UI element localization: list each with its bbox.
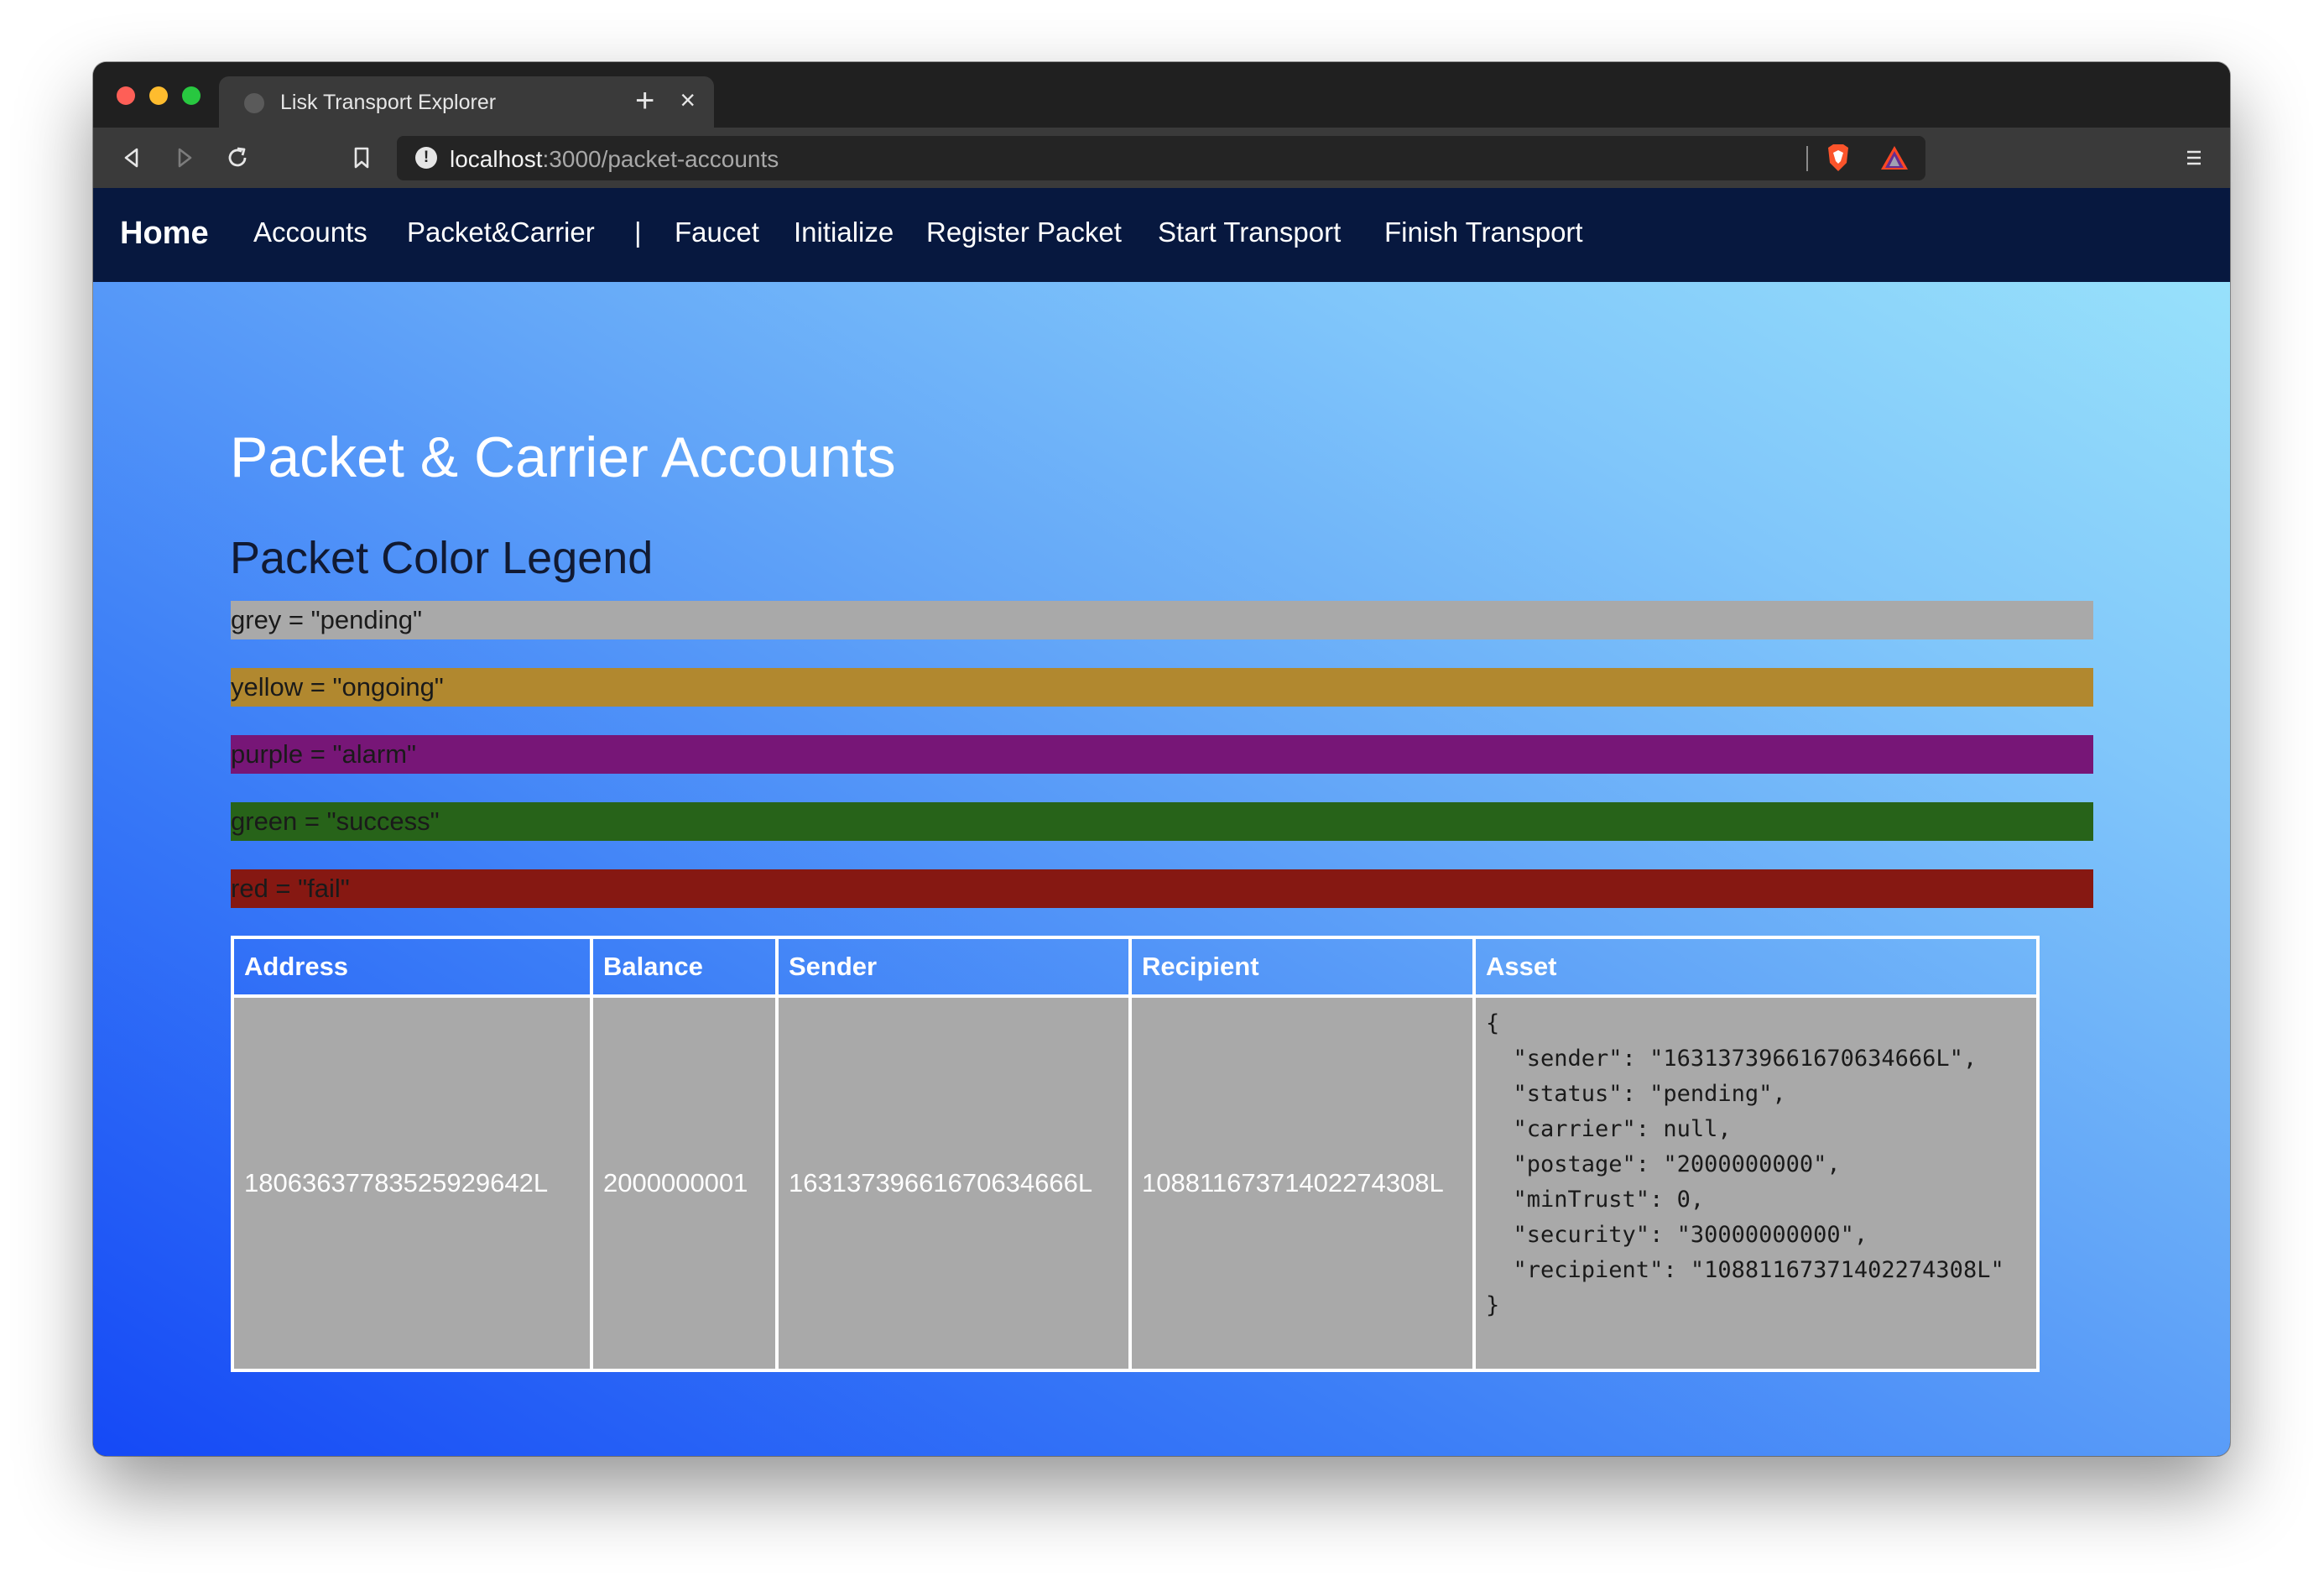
address-bar-divider: [1806, 146, 1808, 171]
menu-icon[interactable]: [2176, 140, 2212, 175]
cell-address: 18063637783525929642L: [231, 994, 593, 1372]
minimize-window-button[interactable]: [149, 86, 168, 105]
legend-title: Packet Color Legend: [230, 533, 654, 583]
nav-initialize-link[interactable]: Initialize: [794, 217, 894, 248]
legend-alarm: purple = "alarm": [231, 735, 2093, 774]
info-icon[interactable]: !: [415, 147, 437, 169]
globe-icon: [244, 93, 264, 113]
url-path: :3000/packet-accounts: [542, 146, 779, 172]
address-bar[interactable]: ! localhost:3000/packet-accounts: [397, 136, 1925, 180]
header-address: Address: [231, 936, 593, 998]
brave-shield-icon[interactable]: [1821, 140, 1856, 175]
tab-title: Lisk Transport Explorer: [280, 91, 497, 114]
nav-register-packet-link[interactable]: Register Packet: [926, 217, 1122, 248]
top-navbar: Home Accounts Packet&Carrier | Faucet In…: [93, 188, 2230, 282]
legend-fail: red = "fail": [231, 869, 2093, 908]
tab-close-icon[interactable]: ×: [680, 86, 696, 113]
page-content: Home Accounts Packet&Carrier | Faucet In…: [93, 188, 2230, 1456]
page-title: Packet & Carrier Accounts: [230, 425, 896, 489]
url-host: localhost: [450, 146, 543, 172]
legend-ongoing: yellow = "ongoing": [231, 668, 2093, 707]
close-window-button[interactable]: [117, 86, 135, 105]
cell-asset: { "sender": "16313739661670634666L", "st…: [1472, 994, 2040, 1372]
nav-home-link[interactable]: Home: [120, 216, 209, 252]
nav-accounts-link[interactable]: Accounts: [253, 217, 367, 248]
url-text[interactable]: localhost:3000/packet-accounts: [450, 146, 779, 173]
tab-strip: Lisk Transport Explorer × +: [93, 62, 2230, 128]
header-recipient: Recipient: [1128, 936, 1476, 998]
nav-finish-transport-link[interactable]: Finish Transport: [1384, 217, 1583, 248]
cell-recipient: 10881167371402274308L: [1128, 994, 1476, 1372]
nav-divider: |: [634, 217, 642, 248]
nav-faucet-link[interactable]: Faucet: [675, 217, 759, 248]
back-icon[interactable]: [114, 140, 149, 175]
maximize-window-button[interactable]: [182, 86, 201, 105]
cell-sender: 16313739661670634666L: [775, 994, 1132, 1372]
nav-packet-carrier-link[interactable]: Packet&Carrier: [407, 217, 595, 248]
legend-pending: grey = "pending": [231, 601, 2093, 639]
reload-icon[interactable]: [220, 140, 255, 175]
cell-balance: 2000000001: [590, 994, 779, 1372]
nav-start-transport-link[interactable]: Start Transport: [1158, 217, 1341, 248]
bookmark-icon[interactable]: [344, 140, 379, 175]
asset-json: { "sender": "16313739661670634666L", "st…: [1486, 1010, 2004, 1318]
legend-success: green = "success": [231, 802, 2093, 841]
browser-window: Lisk Transport Explorer × + ! localhost:…: [93, 62, 2230, 1456]
forward-icon[interactable]: [167, 140, 202, 175]
accounts-table: Address Balance Sender Recipient Asset 1…: [231, 936, 2040, 1372]
new-tab-icon[interactable]: +: [635, 84, 654, 117]
browser-toolbar: ! localhost:3000/packet-accounts: [93, 128, 2230, 188]
header-asset: Asset: [1472, 936, 2040, 998]
table-header-row: Address Balance Sender Recipient Asset: [231, 936, 2040, 998]
header-sender: Sender: [775, 936, 1132, 998]
table-row: 18063637783525929642L 2000000001 1631373…: [231, 994, 2040, 1372]
brave-rewards-icon[interactable]: [1877, 140, 1912, 175]
header-balance: Balance: [590, 936, 779, 998]
